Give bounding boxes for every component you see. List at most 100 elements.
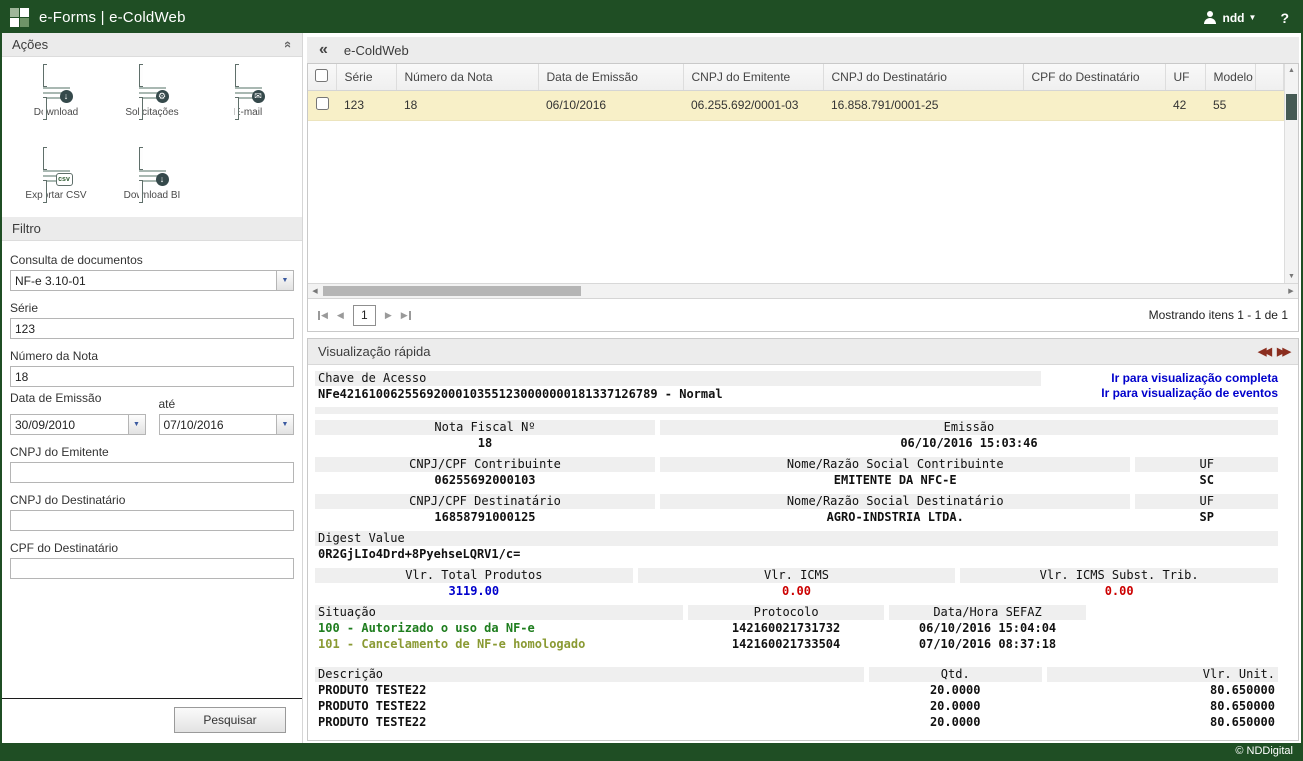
quickview-title: Visualização rápida (318, 344, 431, 359)
scroll-down-icon[interactable]: ▼ (1285, 270, 1298, 283)
first-page-button[interactable]: ◀ (318, 310, 328, 321)
data-fim-input[interactable] (159, 414, 295, 435)
cell-serie: 123 (336, 90, 396, 120)
situacao-value: 101 - Cancelamento de NF-e homologado (315, 636, 683, 652)
column-header-modelo[interactable]: Modelo (1205, 64, 1255, 90)
scroll-up-icon[interactable]: ▲ (1285, 64, 1298, 77)
data-inicio-picker[interactable]: ▼ (10, 414, 146, 435)
actions-title: Ações (12, 37, 48, 52)
column-header-cnpj-destinatario[interactable]: CNPJ do Destinatário (823, 64, 1023, 90)
column-header-serie[interactable]: Série (336, 64, 396, 90)
pesquisar-button[interactable]: Pesquisar (174, 707, 286, 733)
column-header-filler (1255, 64, 1284, 90)
action-email[interactable]: ✉ E-mail (203, 69, 293, 130)
action-download-bi[interactable]: ↓ Download BI (107, 152, 197, 213)
filter-form: Consulta de documentos ▼ Série Número da… (2, 241, 302, 698)
chave-acesso-value: NFe4216100625569200010355123000000018133… (315, 386, 1041, 402)
action-exportar-csv[interactable]: csv Exportar CSV (11, 152, 101, 213)
chevron-down-icon[interactable]: ▼ (276, 271, 293, 290)
serie-input[interactable] (10, 318, 294, 339)
cnpj-contribuinte-label: CNPJ/CPF Contribuinte (315, 457, 655, 472)
nome-destinatario-value: AGRO-INDSTRIA LTDA. (660, 509, 1131, 525)
item-descricao: PRODUTO TESTE22 (315, 698, 864, 714)
datahora-sefaz-value: 06/10/2016 15:04:04 (889, 620, 1085, 636)
user-menu[interactable]: ndd (1223, 11, 1245, 25)
vlr-total-value: 3119.00 (315, 583, 633, 599)
download-bi-doc-icon: ↓ (139, 152, 166, 183)
vlr-unit-label: Vlr. Unit. (1047, 667, 1278, 682)
cell-filler (1255, 90, 1284, 120)
row-checkbox[interactable] (316, 97, 329, 110)
top-header-bar: e-Forms | e-ColdWeb ndd ▼ ? (2, 2, 1301, 33)
next-page-button[interactable]: ▶ (385, 310, 392, 321)
quickview-body: Chave de Acesso Ir para visualização com… (308, 365, 1298, 740)
cell-numero: 18 (396, 90, 538, 120)
scroll-left-icon[interactable]: ◀ (308, 284, 322, 298)
scroll-right-icon[interactable]: ▶ (1284, 284, 1298, 298)
horizontal-scrollbar-thumb[interactable] (323, 286, 581, 296)
cnpj-destinatario-label: CNPJ do Destinatário (10, 493, 294, 507)
chevron-down-icon[interactable]: ▼ (1249, 13, 1257, 22)
cnpj-destinatario-value: 16858791000125 (315, 509, 655, 525)
last-page-button[interactable]: ▶ (401, 310, 411, 321)
cnpj-contribuinte-value: 06255692000103 (315, 472, 655, 488)
situacao-value: 100 - Autorizado o uso da NF-e (315, 620, 683, 636)
column-header-numero[interactable]: Número da Nota (396, 64, 538, 90)
table-row[interactable]: 123 18 06/10/2016 06.255.692/0001-03 16.… (308, 90, 1284, 120)
main-panel: « e-ColdWeb Série (303, 33, 1301, 743)
digest-value: 0R2GjLIo4Drd+8PyehseLQRV1/c= (315, 546, 1278, 562)
page-title: e-ColdWeb (344, 43, 409, 58)
previous-page-button[interactable]: ◀ (337, 310, 344, 321)
serie-label: Série (10, 301, 294, 315)
table-header-row: Série Número da Nota Data de Emissão CNP… (308, 64, 1284, 90)
consulta-input[interactable] (10, 270, 294, 291)
protocolo-label: Protocolo (688, 605, 884, 620)
consulta-select[interactable]: ▼ (10, 270, 294, 291)
requests-doc-icon: ⚙ (139, 69, 166, 100)
collapse-panel-icon[interactable]: « (281, 41, 296, 48)
pagination-status: Mostrando itens 1 - 1 de 1 (1149, 308, 1288, 322)
column-header-cnpj-emitente[interactable]: CNPJ do Emitente (683, 64, 823, 90)
actions-toolbar: ↓ Download ⚙ Solicitações ✉ E-mail csv E… (2, 57, 302, 217)
previous-document-icon[interactable]: ◀◀ (1258, 345, 1269, 358)
cell-cpf-destinatario (1023, 90, 1165, 120)
filter-title: Filtro (12, 221, 41, 236)
column-header-uf[interactable]: UF (1165, 64, 1205, 90)
column-header-data-emissao[interactable]: Data de Emissão (538, 64, 683, 90)
current-page-input[interactable]: 1 (353, 305, 376, 326)
user-icon (1203, 11, 1217, 24)
action-download[interactable]: ↓ Download (11, 69, 101, 130)
content-area: Ações « ↓ Download ⚙ Solicitações ✉ E-ma… (2, 33, 1301, 743)
link-visualizacao-completa[interactable]: Ir para visualização completa (1046, 371, 1278, 386)
action-solicitacoes[interactable]: ⚙ Solicitações (107, 69, 197, 130)
cnpj-emitente-input[interactable] (10, 462, 294, 483)
emissao-label: Emissão (660, 420, 1278, 435)
link-visualizacao-eventos[interactable]: Ir para visualização de eventos (1046, 386, 1278, 402)
cpf-destinatario-input[interactable] (10, 558, 294, 579)
column-header-cpf-destinatario[interactable]: CPF do Destinatário (1023, 64, 1165, 90)
section-divider (315, 407, 1278, 414)
vertical-scrollbar-thumb[interactable] (1286, 94, 1297, 120)
next-document-icon[interactable]: ▶▶ (1277, 345, 1288, 358)
collapse-sidebar-icon[interactable]: « (319, 41, 328, 59)
data-inicio-input[interactable] (10, 414, 146, 435)
uf-destinatario-label: UF (1135, 494, 1278, 509)
select-all-checkbox[interactable] (315, 69, 328, 82)
chevron-down-icon[interactable]: ▼ (276, 415, 293, 434)
cnpj-destinatario-input[interactable] (10, 510, 294, 531)
data-fim-picker[interactable]: ▼ (159, 414, 295, 435)
app-logo-icon (10, 8, 29, 27)
help-button[interactable]: ? (1280, 10, 1289, 26)
vlr-icms-st-value: 0.00 (960, 583, 1278, 599)
quickview-panel: Visualização rápida ◀◀ ▶▶ Chave de Acess… (307, 338, 1299, 741)
cell-cnpj-destinatario: 16.858.791/0001-25 (823, 90, 1023, 120)
item-qtd: 20.0000 (869, 698, 1042, 714)
numero-nota-input[interactable] (10, 366, 294, 387)
qtd-label: Qtd. (869, 667, 1042, 682)
protocolo-value: 142160021733504 (688, 636, 884, 652)
digest-value-label: Digest Value (315, 531, 1278, 546)
chevron-down-icon[interactable]: ▼ (128, 415, 145, 434)
vertical-scrollbar[interactable]: ▲ ▼ (1284, 64, 1298, 283)
uf-destinatario-value: SP (1135, 509, 1278, 525)
horizontal-scrollbar[interactable]: ◀ ▶ (308, 283, 1298, 298)
